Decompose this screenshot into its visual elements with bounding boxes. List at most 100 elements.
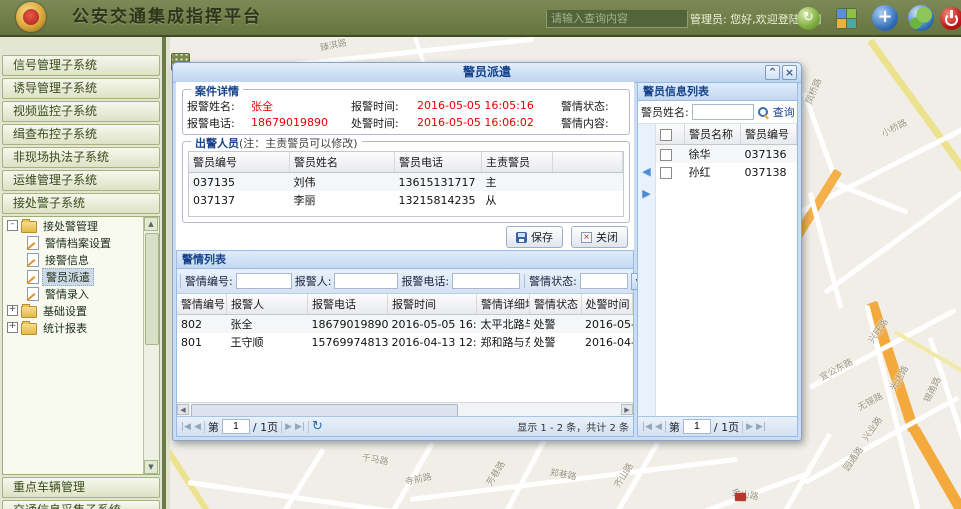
collapse-window-icon[interactable] <box>765 65 780 80</box>
officer-name-input[interactable] <box>692 104 754 120</box>
window-titlebar[interactable]: 警员派遣 <box>173 63 801 83</box>
collapse-icon[interactable] <box>7 220 18 231</box>
column-header[interactable]: 主责警员 <box>482 152 553 173</box>
column-header[interactable]: 警员编号 <box>189 152 290 173</box>
app-title: 公安交通集成指挥平台 <box>72 0 262 35</box>
global-search-input[interactable] <box>546 10 688 28</box>
alert-id-input[interactable] <box>236 273 292 289</box>
tree-scrollbar[interactable]: ▲ ▼ <box>143 217 159 474</box>
phone-input[interactable] <box>452 273 520 289</box>
scroll-down-icon[interactable]: ▼ <box>144 460 158 474</box>
officer-search-button[interactable]: 查询 <box>773 104 795 120</box>
column-header[interactable]: 报警人 <box>227 294 308 315</box>
column-header[interactable]: 警员名称 <box>685 124 741 145</box>
toolbar-separator <box>180 274 181 288</box>
column-header[interactable]: 警情状态 <box>530 294 582 315</box>
column-header[interactable]: 警员姓名 <box>290 152 395 173</box>
caller-input[interactable] <box>334 273 398 289</box>
case-field-value: 18679019890 <box>251 116 351 129</box>
dispatch-grid: 警员编号警员姓名警员电话主责警员 037135刘伟13615131717主 03… <box>188 151 624 217</box>
map-road-label: 凤桥路 <box>802 76 824 106</box>
status-select[interactable] <box>580 273 628 289</box>
alert-grid-body: 802张全18679019890 2016-05-05 16:...太平北路与柳… <box>177 315 633 352</box>
sidebar-section[interactable]: 非现场执法子系统 <box>2 147 160 168</box>
sidebar-section[interactable]: 交通信息采集子系统 <box>2 500 160 509</box>
refresh-icon[interactable] <box>312 419 323 434</box>
alert-row[interactable]: 801王守顺15769974813 2016-04-13 12:...郑和路与东… <box>177 333 633 351</box>
recycle-icon[interactable] <box>797 7 820 30</box>
tree-folder-node[interactable]: 统计报表 <box>3 319 159 336</box>
apps-grid-icon[interactable] <box>836 8 857 29</box>
scroll-left-icon[interactable]: ◀ <box>177 404 189 415</box>
scroll-up-icon[interactable]: ▲ <box>144 217 158 231</box>
tree-leaf-node[interactable]: 接警信息 <box>3 251 159 268</box>
tree-folder-node[interactable]: 基础设置 <box>3 302 159 319</box>
map-road-label: 臻淇路 <box>319 36 348 54</box>
next-page-icon[interactable] <box>746 422 753 432</box>
prev-page-icon[interactable] <box>655 422 662 432</box>
page-number-input[interactable] <box>222 419 250 434</box>
column-header[interactable]: 处警时间 <box>581 294 633 315</box>
checkbox-icon[interactable] <box>660 129 672 141</box>
select-all-cell[interactable] <box>656 124 685 145</box>
column-header[interactable]: 警情详细地址 <box>477 294 530 315</box>
prev-page-icon[interactable] <box>194 422 201 432</box>
map-road <box>867 38 961 184</box>
sidebar-section[interactable]: 诱导管理子系统 <box>2 78 160 99</box>
column-header[interactable]: 警情编号 <box>177 294 227 315</box>
first-page-icon[interactable] <box>181 422 191 432</box>
tree-leaf-node[interactable]: 警情录入 <box>3 285 159 302</box>
transfer-right-icon[interactable] <box>642 188 650 200</box>
window-title: 警员派遣 <box>463 65 511 79</box>
transfer-left-icon[interactable] <box>642 166 650 178</box>
sidebar-section[interactable]: 缉查布控子系统 <box>2 124 160 145</box>
officer-row[interactable]: 孙红037138 <box>656 163 797 181</box>
expand-icon[interactable] <box>7 322 18 333</box>
globe-icon[interactable] <box>908 5 934 31</box>
last-page-icon[interactable] <box>295 422 305 432</box>
save-button[interactable]: 保存 <box>506 226 563 248</box>
tree-leaf-nodes: 警情档案设置 接警信息 警员派遣 警情录入 <box>3 234 159 302</box>
sidebar-section[interactable]: 视频监控子系统 <box>2 101 160 122</box>
column-header[interactable]: 报警时间 <box>388 294 477 315</box>
expand-icon[interactable] <box>7 305 18 316</box>
map-road-label: 千马路 <box>361 450 390 467</box>
search-icon[interactable] <box>757 106 770 119</box>
close-button[interactable]: 关闭 <box>571 226 628 248</box>
sidebar-section[interactable]: 信号管理子系统 <box>2 55 160 76</box>
checkbox-icon[interactable] <box>660 149 672 161</box>
scroll-right-icon[interactable]: ▶ <box>621 404 633 415</box>
tree-leaf-node[interactable]: 警情档案设置 <box>3 234 159 251</box>
horizontal-scrollbar[interactable]: ◀ ▶ <box>177 402 633 416</box>
power-icon[interactable] <box>940 7 961 30</box>
add-icon[interactable] <box>872 5 898 31</box>
dispatch-row[interactable]: 037135刘伟13615131717主 <box>189 173 623 192</box>
sidebar-section[interactable]: 运维管理子系统 <box>2 170 160 191</box>
close-icon <box>581 232 592 243</box>
close-window-icon[interactable] <box>782 65 797 80</box>
column-header[interactable]: 报警电话 <box>308 294 388 315</box>
last-page-icon[interactable] <box>756 422 766 432</box>
page-number-input[interactable] <box>683 419 711 434</box>
sidebar-section[interactable]: 重点车辆管理 <box>2 477 160 498</box>
page-prefix: 第 <box>669 419 680 435</box>
alert-row[interactable]: 802张全18679019890 2016-05-05 16:...太平北路与柳… <box>177 315 633 334</box>
dispatch-officers-fieldset: 出警人员(注：主责警员可以修改) 警员编号警员姓名警员电话主责警员 037135… <box>182 141 630 223</box>
scrollbar-thumb[interactable] <box>191 404 458 416</box>
dispatch-grid-body: 037135刘伟13615131717主 037137李丽13215814235… <box>189 173 623 210</box>
next-page-icon[interactable] <box>285 422 292 432</box>
officer-row[interactable]: 徐华037136 <box>656 145 797 164</box>
tree-leaf-node[interactable]: 警员派遣 <box>3 268 159 285</box>
case-field-value: 张全 <box>251 98 351 114</box>
tree-root-node[interactable]: 接处警管理 <box>3 217 159 234</box>
map-road-label: 园通路 <box>840 444 866 474</box>
checkbox-icon[interactable] <box>660 167 672 179</box>
scrollbar-thumb[interactable] <box>145 233 159 345</box>
dispatch-row[interactable]: 037137李丽13215814235从 <box>189 191 623 209</box>
column-header[interactable] <box>552 152 623 173</box>
sidebar-section-active[interactable]: 接处警子系统 <box>2 193 160 214</box>
first-page-icon[interactable] <box>642 422 652 432</box>
column-header[interactable]: 警员编号 <box>741 124 797 145</box>
alert-list-title: 警情列表 <box>177 251 633 269</box>
column-header[interactable]: 警员电话 <box>395 152 482 173</box>
